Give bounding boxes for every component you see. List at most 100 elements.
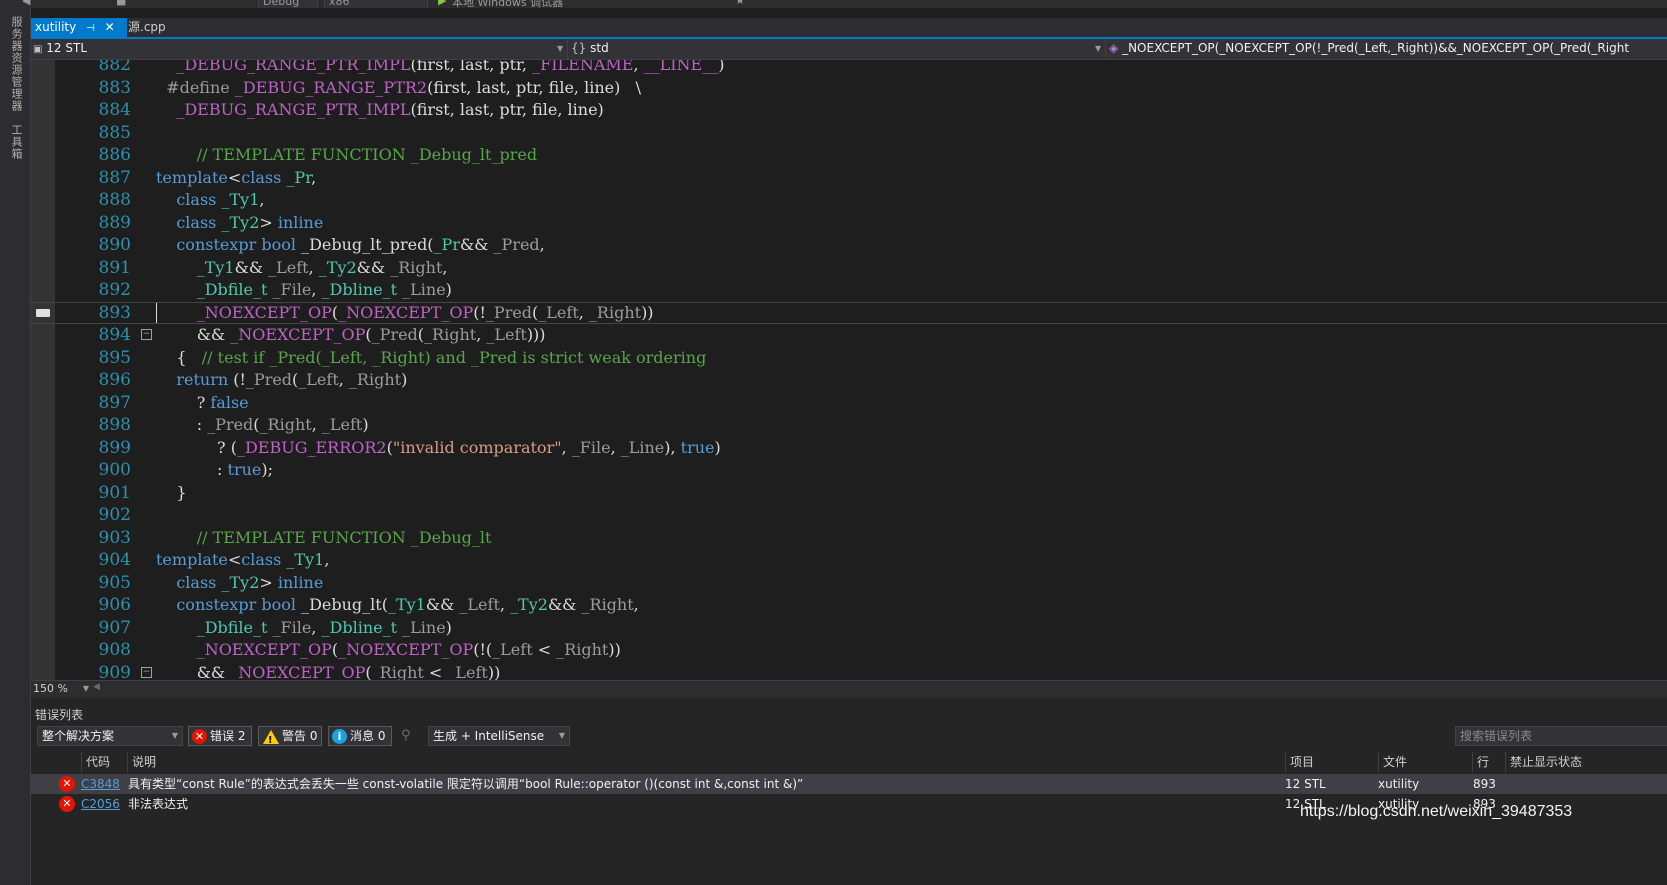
divider [1105, 39, 1106, 59]
code-line[interactable]: 901 } [31, 482, 1667, 504]
code-line[interactable]: 899 ? (_DEBUG_ERROR2("invalid comparator… [31, 437, 1667, 459]
collapse-icon[interactable]: − [141, 666, 152, 678]
messages-filter-button[interactable]: i 消息 0 [328, 726, 392, 746]
bookmark-icon[interactable]: ★ [735, 0, 745, 7]
chevron-down-icon[interactable]: ▼ [1095, 40, 1101, 57]
code-line[interactable]: 889 class _Ty2> inline [31, 212, 1667, 234]
code-text: } [156, 482, 187, 502]
code-line[interactable]: 890 constexpr bool _Debug_lt_pred(_Pr&& … [31, 234, 1667, 256]
zoom-dropdown[interactable]: 150 % ▼ [33, 682, 89, 696]
line-number: 901 [98, 482, 131, 503]
error-code-link[interactable]: C2056 [81, 794, 120, 814]
pin-icon[interactable]: ⊣ [86, 23, 95, 34]
errors-filter-button[interactable]: ✕ 错误 2 [188, 726, 252, 746]
build-filter-dropdown[interactable]: 生成 + IntelliSense ▼ [428, 726, 570, 746]
code-line[interactable]: 905 class _Ty2> inline [31, 572, 1667, 594]
code-line[interactable]: 898 : _Pred(_Right, _Left) [31, 414, 1667, 436]
filter-icon[interactable]: ⚲ [401, 728, 411, 743]
line-number: 905 [98, 572, 131, 593]
code-text: : true); [156, 460, 274, 479]
error-file: xutility [1378, 777, 1420, 791]
code-line[interactable]: 908 _NOEXCEPT_OP(_NOEXCEPT_OP(!(_Left < … [31, 639, 1667, 661]
line-number: 896 [98, 370, 131, 390]
line-number: 884 [98, 100, 131, 120]
platform-dropdown[interactable]: x86 [324, 0, 428, 8]
code-line[interactable]: 900 : true); [31, 459, 1667, 481]
column-file[interactable]: 文件 [1378, 752, 1471, 772]
code-line[interactable]: 895 { // test if _Pred(_Left, _Right) an… [31, 347, 1667, 369]
line-number: 893 [98, 302, 131, 323]
code-text: // TEMPLATE FUNCTION _Debug_lt_pred [196, 145, 538, 164]
line-number: 902 [98, 505, 131, 525]
code-line[interactable]: 884 _DEBUG_RANGE_PTR_IMPL(first, last, p… [31, 99, 1667, 121]
run-button[interactable]: 本地 Windows 调试器 [452, 0, 563, 8]
column-suppression[interactable]: 禁止显示状态 [1505, 752, 1667, 772]
line-number: 885 [98, 122, 131, 143]
code-line[interactable]: 909− && _NOEXCEPT_OP(_Right < _Left)) [31, 662, 1667, 681]
code-editor[interactable]: 882 _DEBUG_RANGE_PTR_IMPL(first, last, p… [31, 60, 1667, 680]
error-line: 893 [1473, 777, 1496, 791]
column-project[interactable]: 项目 [1285, 752, 1378, 772]
column-code[interactable]: 代码 [81, 752, 126, 772]
namespace-icon: {} [571, 41, 587, 55]
column-line[interactable]: 行 [1472, 752, 1505, 772]
line-number: 906 [98, 595, 131, 615]
line-number: 903 [98, 527, 131, 548]
code-text: _NOEXCEPT_OP(_NOEXCEPT_OP(!_Pred(_Left, … [196, 302, 654, 322]
code-line[interactable]: 904 template<class _Ty1, [31, 549, 1667, 571]
code-text: && _NOEXCEPT_OP(_Right < _Left)) [156, 662, 501, 681]
code-line[interactable]: 885 [31, 122, 1667, 144]
error-code-link[interactable]: C3848 [81, 774, 120, 794]
code-line[interactable]: 883 #define _DEBUG_RANGE_PTR2(first, las… [31, 77, 1667, 99]
code-line[interactable]: 907 _Dbfile_t _File, _Dbline_t _Line) [31, 617, 1667, 639]
error-list-toolbar: 整个解决方案 ▼ ✕ 错误 2 ! 警告 0 i 消息 0 ⚲ 生成 + Intell… [31, 724, 1667, 748]
line-number: 888 [98, 190, 131, 210]
save-icon[interactable]: ■ [116, 0, 126, 7]
error-row[interactable]: ✕ C3848 具有类型“const Rule”的表达式会丢失一些 const-… [31, 774, 1667, 794]
code-text: class _Ty1, [176, 190, 265, 209]
code-line[interactable]: 896 return (!_Pred(_Left, _Right) [31, 369, 1667, 391]
scope-filter-dropdown[interactable]: 整个解决方案 ▼ [37, 726, 183, 746]
code-line[interactable]: 902 [31, 504, 1667, 526]
close-icon[interactable]: ✕ [105, 20, 115, 34]
code-text: return (!_Pred(_Left, _Right) [176, 370, 408, 389]
chevron-down-icon[interactable]: ▼ [557, 40, 563, 57]
toolbox-tab[interactable]: 工具箱 [8, 124, 24, 160]
code-line[interactable]: 887 template<class _Pr, [31, 167, 1667, 189]
tab-xutility[interactable]: xutility ⊣ ✕ [31, 18, 127, 37]
collapse-icon[interactable]: − [141, 329, 152, 340]
search-error-list-input[interactable]: 搜索错误列表 [1455, 726, 1667, 746]
tab-source-cpp[interactable]: 源.cpp [124, 18, 170, 37]
platform-label: x86 [329, 0, 350, 8]
undo-icon[interactable]: ◀ [22, 0, 30, 7]
code-line[interactable]: 893 _NOEXCEPT_OP(_NOEXCEPT_OP(!_Pred(_Le… [31, 302, 1667, 324]
error-description: 具有类型“const Rule”的表达式会丢失一些 const-volatile… [128, 777, 804, 791]
warnings-filter-button[interactable]: ! 警告 0 [258, 726, 322, 746]
code-text: _DEBUG_RANGE_PTR_IMPL(first, last, ptr, … [176, 100, 604, 119]
member-label: _NOEXCEPT_OP(_NOEXCEPT_OP(!_Pred(_Left,_… [1122, 41, 1630, 55]
scope-dropdown[interactable]: {} std [571, 40, 1091, 57]
code-line[interactable]: 891 _Ty1&& _Left, _Ty2&& _Right, [31, 257, 1667, 279]
column-description[interactable]: 说明 [127, 752, 1282, 772]
code-text: && _NOEXCEPT_OP(_Pred(_Right, _Left))) [156, 325, 546, 344]
run-icon[interactable]: ▶ [438, 0, 446, 7]
code-line[interactable]: 894− && _NOEXCEPT_OP(_Pred(_Right, _Left… [31, 324, 1667, 346]
server-explorer-tab[interactable]: 服务器资源管理器 [8, 16, 24, 112]
build-filter-label: 生成 + IntelliSense [433, 729, 545, 743]
scroll-left-icon[interactable]: ◀ [93, 682, 100, 692]
function-icon: ◈ [1109, 41, 1119, 55]
line-number: 895 [98, 347, 131, 368]
code-line[interactable]: 888 class _Ty1, [31, 189, 1667, 211]
code-text: constexpr bool _Debug_lt(_Ty1&& _Left, _… [176, 595, 639, 614]
code-line[interactable]: 892 _Dbfile_t _File, _Dbline_t _Line) [31, 279, 1667, 301]
member-dropdown[interactable]: ◈ _NOEXCEPT_OP(_NOEXCEPT_OP(!_Pred(_Left… [1109, 40, 1665, 57]
code-line[interactable]: 906 constexpr bool _Debug_lt(_Ty1&& _Lef… [31, 594, 1667, 616]
config-dropdown[interactable]: Debug [258, 0, 318, 8]
code-line[interactable]: 882 _DEBUG_RANGE_PTR_IMPL(first, last, p… [31, 60, 1667, 76]
code-line[interactable]: 897 ? false [31, 392, 1667, 414]
line-number: 897 [98, 392, 131, 413]
code-line[interactable]: 903 // TEMPLATE FUNCTION _Debug_lt [31, 527, 1667, 549]
code-text: _NOEXCEPT_OP(_NOEXCEPT_OP(!(_Left < _Rig… [196, 640, 621, 659]
code-line[interactable]: 886 // TEMPLATE FUNCTION _Debug_lt_pred [31, 144, 1667, 166]
project-dropdown[interactable]: ▣ 12 STL [33, 40, 563, 57]
